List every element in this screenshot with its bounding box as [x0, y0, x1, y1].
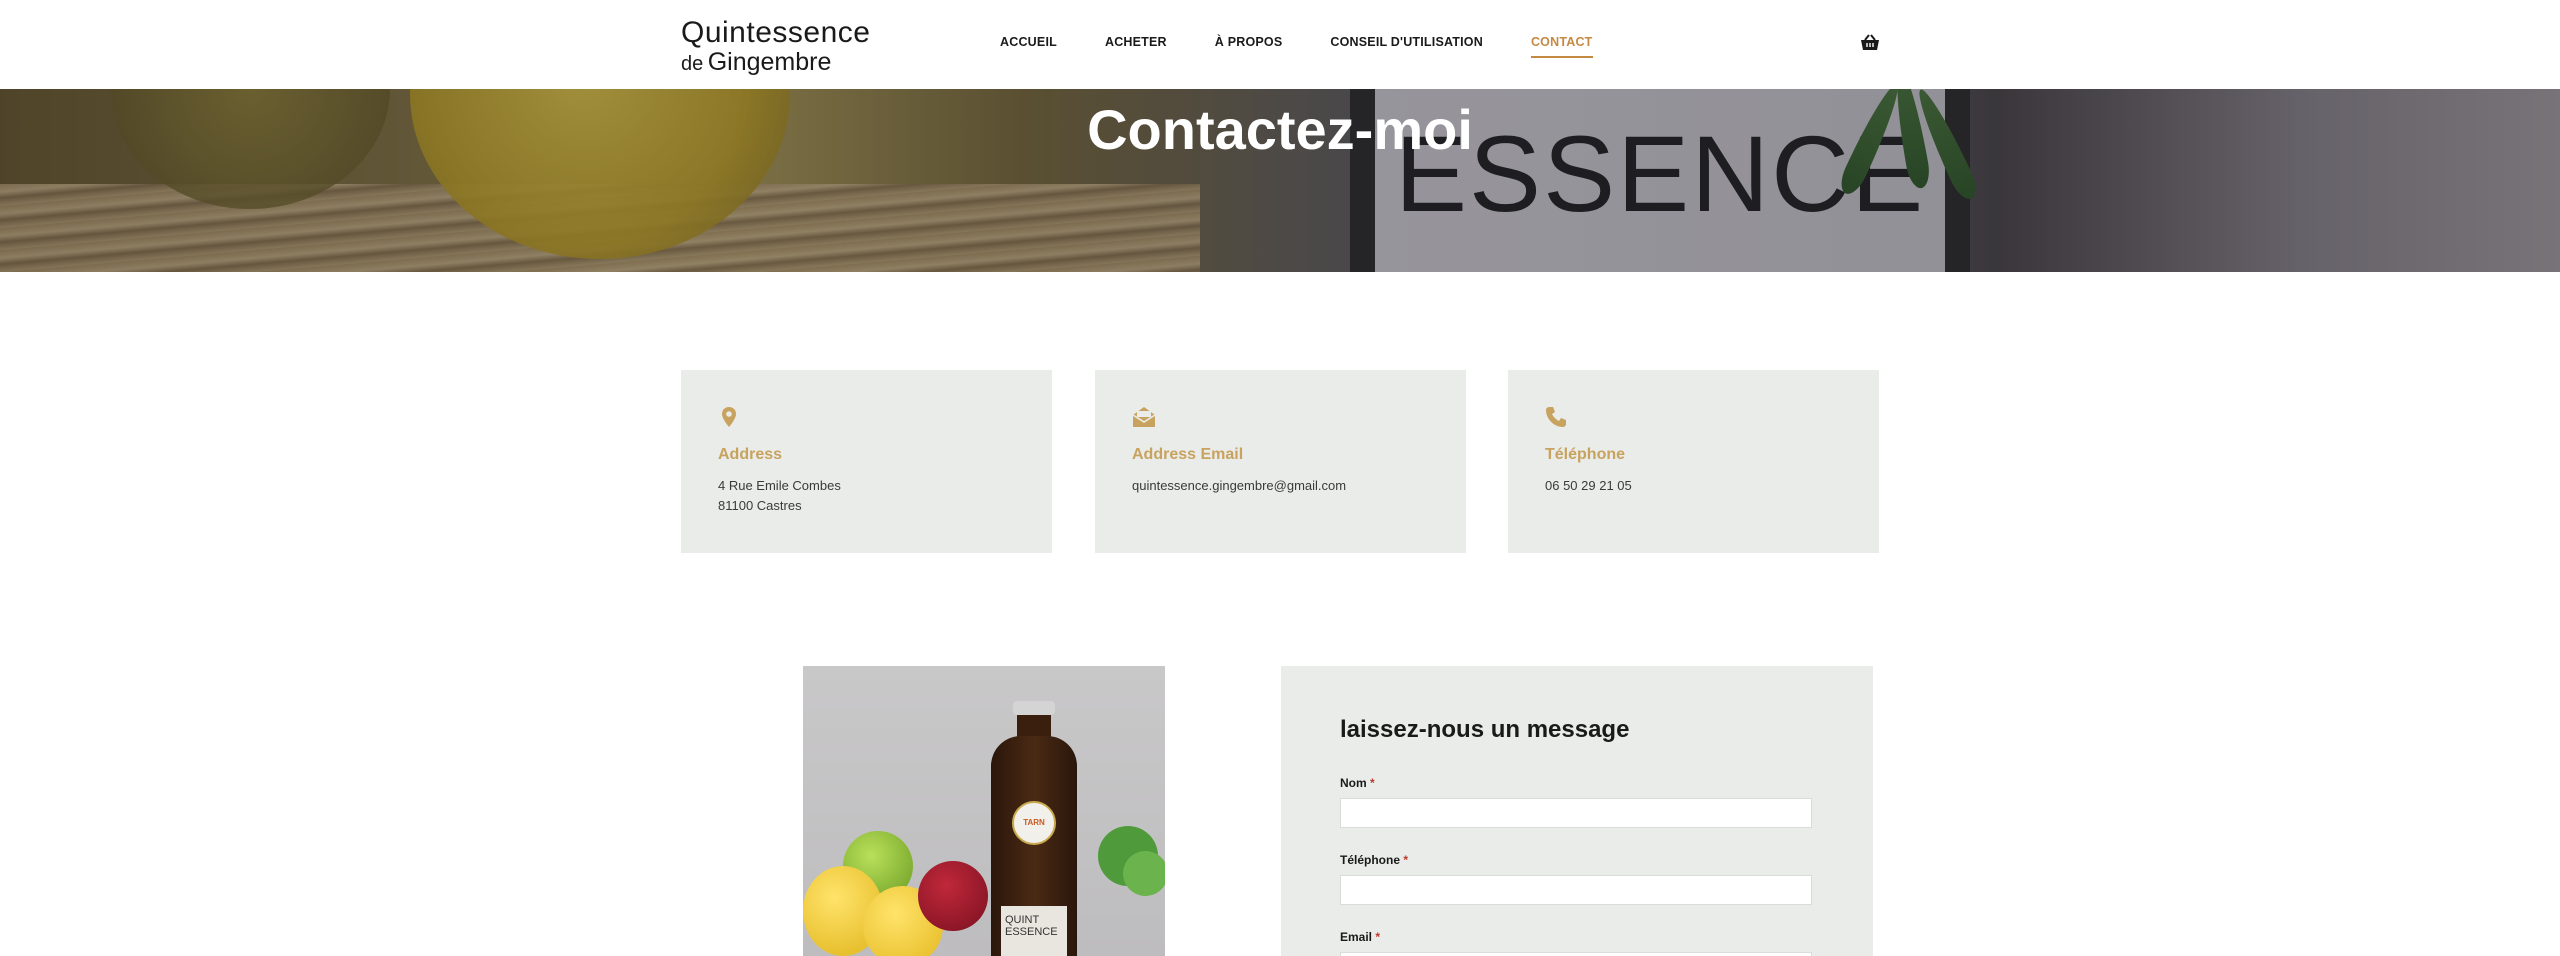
address-card: Address 4 Rue Emile Combes 81100 Castres [681, 370, 1052, 553]
logo-gingembre: Gingembre [707, 48, 832, 76]
nav-item-acheter[interactable]: ACHETER [1105, 35, 1167, 49]
site-header: Quintessence de Gingembre ACCUEIL ACHETE… [0, 0, 2560, 89]
basket-icon[interactable] [1860, 34, 1880, 52]
nom-input[interactable] [1340, 798, 1812, 828]
envelope-open-icon [1132, 406, 1156, 428]
field-label-text: Email [1340, 930, 1373, 944]
product-photo: TARN QUINT ESSENCE [803, 666, 1165, 956]
required-mark: * [1403, 853, 1409, 867]
card-title: Address Email [1132, 446, 1244, 463]
contact-form: laissez-nous un message Nom * Téléphone … [1281, 666, 1873, 956]
phone-link[interactable]: 06 50 29 21 05 [1545, 478, 1632, 493]
field-label-telephone: Téléphone * [1340, 853, 1408, 867]
card-title: Téléphone [1545, 446, 1626, 463]
nav-item-a-propos[interactable]: À PROPOS [1215, 35, 1283, 49]
map-pin-icon [718, 406, 740, 428]
required-mark: * [1375, 930, 1381, 944]
card-line: 81100 Castres [718, 498, 802, 513]
nav-item-accueil[interactable]: ACCUEIL [1000, 35, 1057, 49]
bottle-label: QUINT ESSENCE [1001, 906, 1067, 956]
main-nav: ACCUEIL ACHETER À PROPOS CONSEIL D'UTILI… [1000, 35, 1641, 58]
email-link[interactable]: quintessence.gingembre@gmail.com [1132, 478, 1346, 493]
logo-de: de [681, 53, 704, 75]
field-label-text: Nom [1340, 776, 1367, 790]
email-card: Address Email quintessence.gingembre@gma… [1095, 370, 1466, 553]
nav-item-contact[interactable]: CONTACT [1530, 35, 1593, 58]
card-line: 4 Rue Emile Combes [718, 478, 841, 493]
logo-line2: de Gingembre [681, 50, 870, 75]
bottle-badge: TARN [1012, 801, 1056, 845]
page-title: Contactez-moi [1087, 98, 1473, 161]
bottle-cap [1013, 701, 1055, 715]
card-title: Address [718, 446, 783, 463]
field-label-text: Téléphone [1340, 853, 1401, 867]
form-title: laissez-nous un message [1340, 716, 1630, 743]
phone-icon [1545, 406, 1567, 428]
site-logo[interactable]: Quintessence de Gingembre [681, 18, 870, 75]
email-input[interactable] [1340, 952, 1812, 956]
bottle-label-text: QUINT ESSENCE [1005, 914, 1058, 938]
phone-card: Téléphone 06 50 29 21 05 [1508, 370, 1879, 553]
required-mark: * [1370, 776, 1375, 790]
hero-banner: ESSENCE Contactez-moi [0, 89, 2560, 272]
telephone-input[interactable] [1340, 875, 1812, 905]
field-label-email: Email * [1340, 930, 1380, 944]
nav-item-conseil[interactable]: CONSEIL D'UTILISATION [1330, 35, 1483, 49]
logo-line1: Quintessence [681, 16, 871, 49]
field-label-nom: Nom * [1340, 776, 1375, 790]
plant-leaves [1123, 851, 1165, 896]
apple [918, 861, 988, 931]
